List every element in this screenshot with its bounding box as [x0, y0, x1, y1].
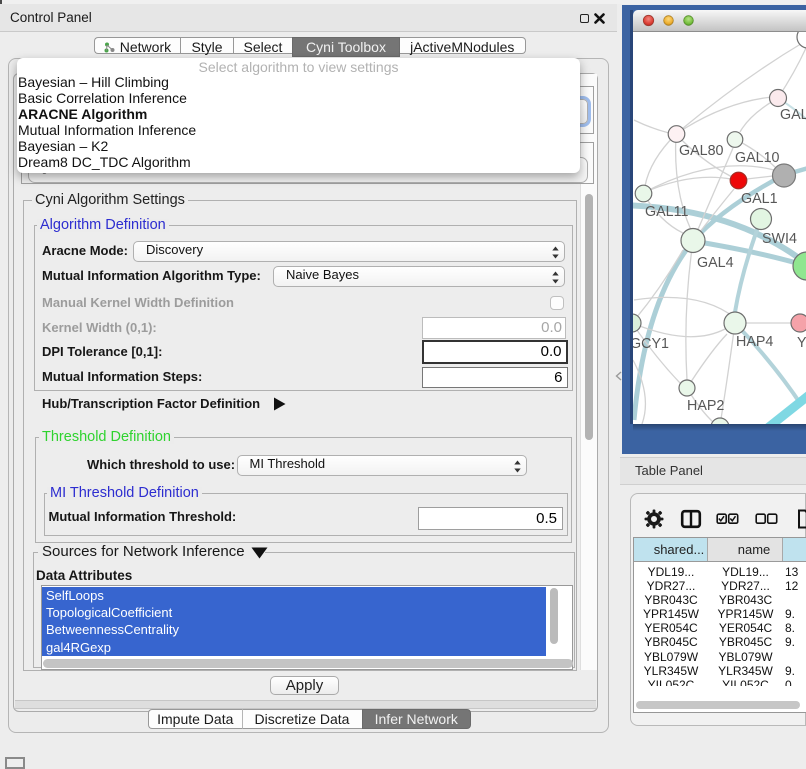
svg-text:GAL4: GAL4	[697, 255, 734, 271]
svg-text:GAL10: GAL10	[735, 150, 780, 166]
svg-text:GAL: GAL	[780, 107, 806, 123]
svg-text:GAL80: GAL80	[679, 143, 724, 159]
svg-text:HAP4: HAP4	[736, 334, 773, 350]
svg-text:GAL1: GAL1	[741, 191, 778, 207]
svg-text:GCY1: GCY1	[633, 336, 669, 352]
svg-text:Y: Y	[797, 335, 806, 351]
svg-text:SWI4: SWI4	[762, 231, 797, 247]
svg-text:GAL11: GAL11	[645, 204, 688, 220]
svg-text:HAP2: HAP2	[687, 398, 724, 414]
